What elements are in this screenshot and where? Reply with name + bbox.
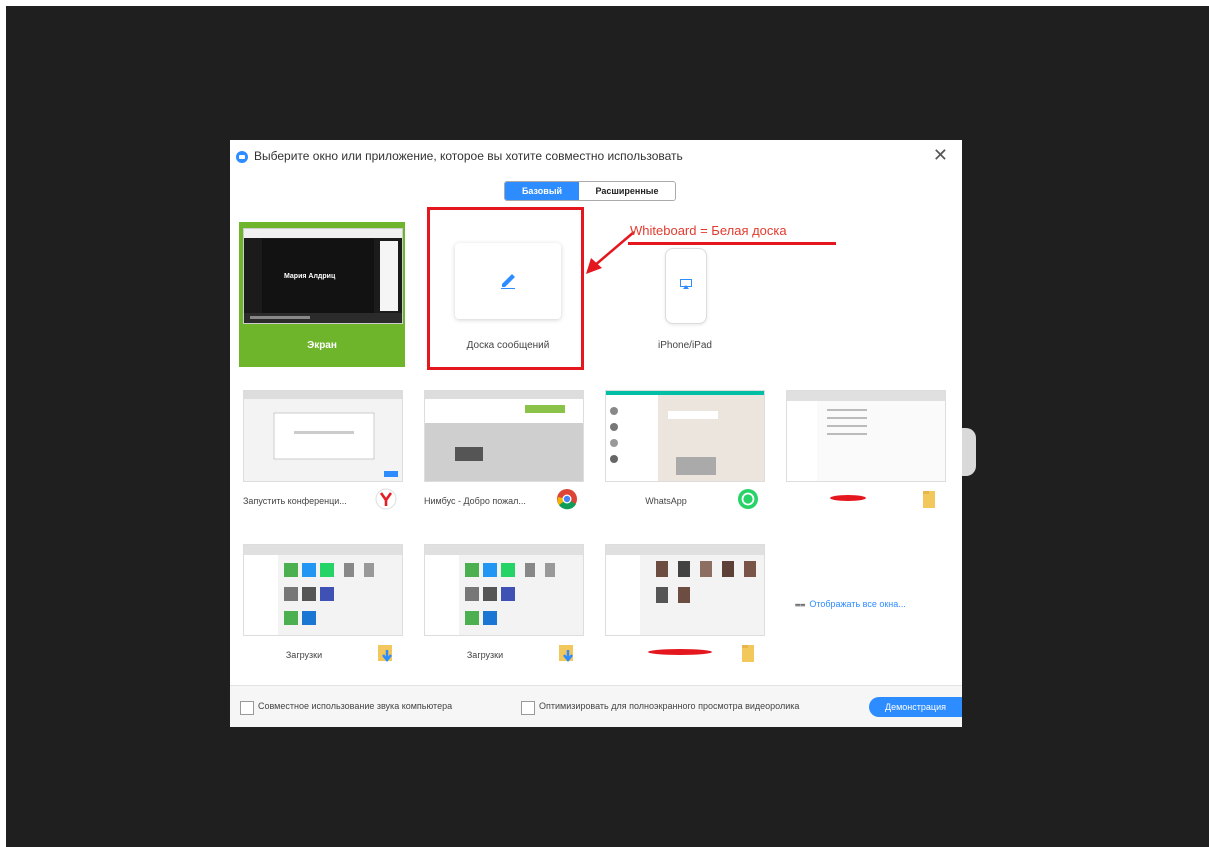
downloads-folder-icon bbox=[378, 645, 392, 663]
yandex-browser-icon bbox=[375, 488, 397, 510]
explorer-preview bbox=[787, 391, 945, 481]
show-all-windows-link[interactable]: ⩵ Отображать все окна... bbox=[795, 599, 906, 610]
downloads-folder-icon bbox=[559, 645, 573, 663]
chrome-icon bbox=[557, 489, 577, 510]
screen-thumbnail: Мария Алдриц bbox=[243, 228, 403, 324]
window-thumbnail bbox=[424, 390, 584, 482]
dialog-title-bar: Выберите окно или приложение, которое вы… bbox=[230, 140, 962, 174]
annotation-text: Whiteboard = Белая доска bbox=[630, 223, 787, 238]
window-tile-yandex[interactable]: Запустить конференци... bbox=[239, 384, 405, 520]
share-button[interactable]: Демонстрация bbox=[869, 697, 962, 717]
explorer-preview bbox=[244, 545, 402, 635]
dialog-title: Выберите окно или приложение, которое вы… bbox=[254, 149, 683, 163]
window-label: Загрузки bbox=[466, 650, 504, 660]
screen-participant-name: Мария Алдриц bbox=[284, 273, 336, 280]
window-thumbnail bbox=[605, 390, 765, 482]
show-all-label: Отображать все окна... bbox=[809, 599, 906, 609]
airplay-icon bbox=[680, 279, 692, 289]
window-tile-whatsapp[interactable]: WhatsApp bbox=[601, 384, 767, 520]
window-thumbnail bbox=[786, 390, 946, 482]
folder-icon bbox=[742, 645, 754, 662]
expand-icon: ⩵ bbox=[795, 599, 806, 609]
tab-basic[interactable]: Базовый bbox=[505, 182, 579, 200]
explorer-preview bbox=[425, 545, 583, 635]
whatsapp-icon bbox=[738, 489, 758, 509]
window-tile-downloads-1[interactable]: Загрузки bbox=[239, 538, 405, 674]
redacted-label-mark bbox=[830, 495, 866, 501]
screen-tile-label: Экран bbox=[307, 340, 337, 351]
window-label: Нимбус - Добро пожал... bbox=[424, 496, 526, 506]
annotation-underline bbox=[628, 242, 836, 245]
window-label: Загрузки bbox=[285, 650, 323, 660]
optimize-video-checkbox[interactable] bbox=[521, 701, 535, 715]
window-thumbnail bbox=[424, 544, 584, 636]
browser-preview bbox=[425, 391, 583, 481]
redacted-label-mark bbox=[648, 649, 712, 655]
zoom-logo-icon bbox=[236, 151, 248, 163]
window-label: WhatsApp bbox=[645, 496, 687, 506]
whatsapp-preview bbox=[606, 391, 764, 481]
optimize-video-label: Оптимизировать для полноэкранного просмо… bbox=[539, 701, 800, 711]
window-label: Запустить конференци... bbox=[243, 496, 347, 506]
share-tile-screen[interactable]: Мария Алдриц Экран bbox=[239, 222, 405, 367]
window-thumbnail bbox=[605, 544, 765, 636]
folder-icon bbox=[923, 491, 935, 508]
tab-advanced[interactable]: Расширенные bbox=[579, 182, 675, 200]
close-icon[interactable]: ✕ bbox=[933, 145, 948, 166]
highlight-box bbox=[427, 207, 584, 370]
share-sound-checkbox[interactable] bbox=[240, 701, 254, 715]
window-thumbnail bbox=[243, 390, 403, 482]
share-sound-label: Совместное использование звука компьютер… bbox=[258, 701, 453, 711]
window-tile-downloads-2[interactable]: Загрузки bbox=[420, 538, 586, 674]
dialog-footer: Совместное использование звука компьютер… bbox=[230, 685, 962, 727]
window-tile-explorer[interactable] bbox=[782, 384, 948, 520]
share-screen-dialog: Выберите окно или приложение, которое вы… bbox=[230, 140, 962, 727]
share-tile-iphone-ipad[interactable] bbox=[665, 248, 707, 324]
window-thumbnail bbox=[243, 544, 403, 636]
share-mode-tabs: Базовый Расширенные bbox=[504, 181, 676, 201]
browser-preview bbox=[244, 391, 402, 477]
window-tile-nimbus[interactable]: Нимбус - Добро пожал... bbox=[420, 384, 586, 520]
side-handle bbox=[962, 428, 976, 476]
iphone-tile-label: iPhone/iPad bbox=[658, 340, 712, 351]
explorer-preview bbox=[606, 545, 764, 635]
window-tile-photos-folder[interactable] bbox=[601, 538, 767, 674]
